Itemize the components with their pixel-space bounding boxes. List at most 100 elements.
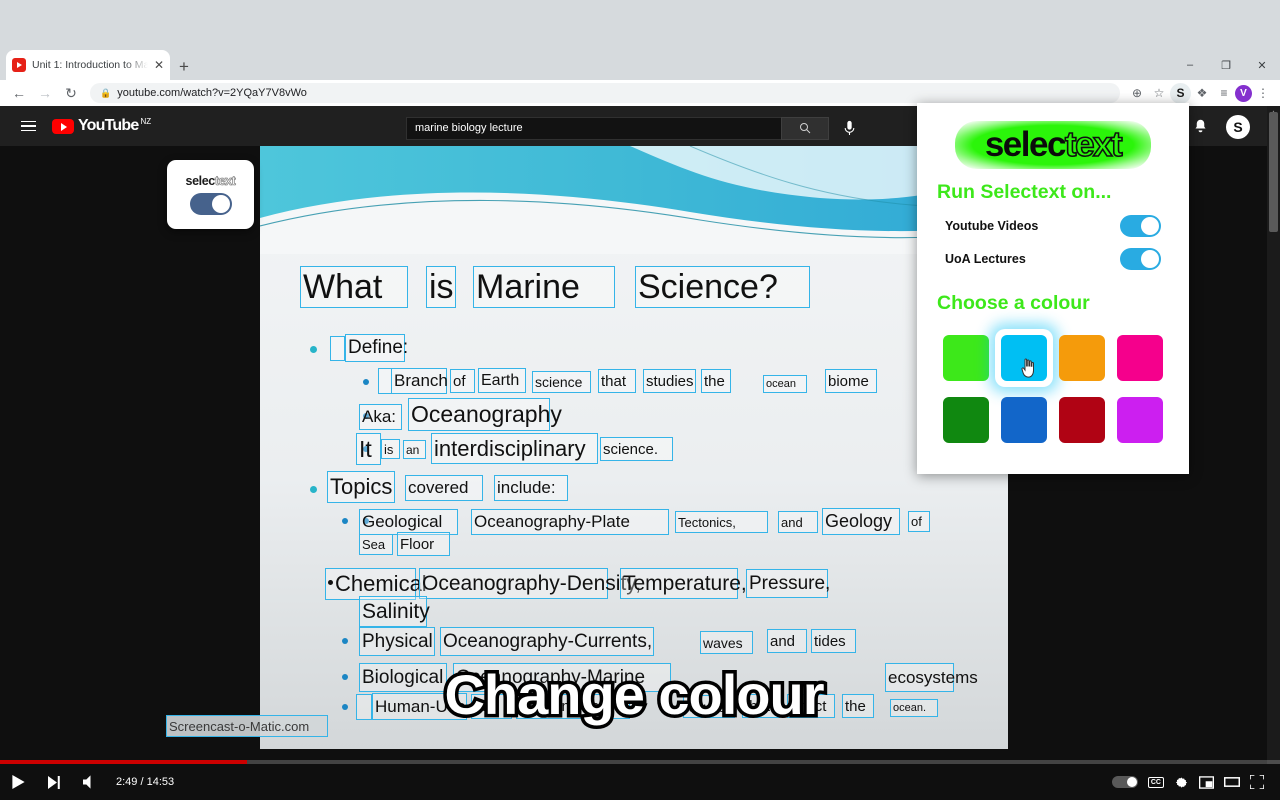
colour-swatch-bright-green[interactable] (943, 335, 989, 381)
colour-swatch-cyan[interactable] (1001, 335, 1047, 381)
colour-swatch-dark-green[interactable] (943, 397, 989, 443)
close-icon[interactable]: ✕ (154, 59, 164, 71)
search-input[interactable] (406, 116, 781, 140)
selectext-floating-widget[interactable]: selectext (167, 160, 254, 229)
logo-part-text: text (214, 174, 236, 189)
bookmark-star-icon[interactable]: ☆ (1148, 82, 1170, 104)
colour-swatch-blue[interactable] (1001, 397, 1047, 443)
slide-word[interactable]: tides (811, 629, 856, 653)
selectext-widget-toggle[interactable] (189, 193, 232, 215)
extensions-puzzle-icon[interactable]: ❖ (1191, 82, 1213, 104)
hamburger-menu-icon[interactable] (8, 120, 48, 132)
captions-icon[interactable]: CC (1147, 776, 1164, 788)
play-button[interactable] (0, 764, 36, 800)
install-app-icon[interactable]: ⊕ (1126, 82, 1148, 104)
screencast-watermark[interactable]: Screencast-o-Matic.com (166, 715, 328, 737)
slide-word[interactable]: is (426, 266, 456, 308)
slide-word[interactable]: Aka: (359, 404, 402, 430)
slide-word[interactable]: Oceanography-Plate (471, 509, 669, 535)
slide-word[interactable]: Physical (359, 627, 435, 656)
colour-swatch-magenta[interactable] (1117, 335, 1163, 381)
volume-button[interactable] (72, 764, 108, 800)
swatch-cell-cyan[interactable] (995, 327, 1053, 389)
slide-word[interactable]: biome (825, 369, 877, 393)
colour-swatch-purple[interactable] (1117, 397, 1163, 443)
slide-word[interactable]: of (450, 369, 475, 393)
slide-word[interactable]: Branch (391, 368, 448, 394)
settings-gear-icon[interactable] (1174, 764, 1189, 800)
slide-word[interactable]: covered (405, 475, 483, 501)
swatch-cell-purple[interactable] (1111, 389, 1169, 451)
slide-word[interactable]: Temperature, (620, 568, 747, 599)
slide-word[interactable]: and (778, 511, 818, 533)
slide-word[interactable]: Define: (345, 334, 408, 362)
slide-word[interactable]: science. (600, 437, 673, 461)
notifications-bell-icon[interactable] (1193, 118, 1208, 137)
slide-word[interactable]: the (701, 369, 731, 393)
slide-word[interactable] (330, 336, 345, 361)
autoplay-toggle[interactable] (1111, 776, 1138, 788)
slide-word[interactable]: and (767, 629, 807, 653)
slide-word[interactable]: Oceanography-Currents, (440, 627, 654, 656)
slide-word[interactable]: is (381, 439, 400, 459)
swatch-cell-orange[interactable] (1053, 327, 1111, 389)
browser-tab[interactable]: Unit 1: Introduction to Marine Sc ✕ (6, 50, 170, 80)
chrome-menu-icon[interactable]: ⋮ (1252, 82, 1274, 104)
slide-word[interactable]: Earth (478, 368, 526, 393)
slide-word[interactable]: Sea (359, 534, 393, 555)
slide-word[interactable]: Oceanography (408, 398, 562, 431)
fullscreen-icon[interactable] (1250, 764, 1264, 800)
forward-icon[interactable]: → (32, 82, 58, 104)
slide-word[interactable]: an (403, 440, 426, 459)
slide-word[interactable]: interdisciplinary (431, 433, 598, 464)
swatch-cell-dark-red[interactable] (1053, 389, 1111, 451)
slide-word[interactable]: It (356, 433, 381, 465)
slide-word[interactable]: Science? (635, 266, 810, 308)
colour-swatch-orange[interactable] (1059, 335, 1105, 381)
swatch-cell-dark-green[interactable] (937, 389, 995, 451)
slide-word[interactable]: Geology (822, 508, 900, 535)
new-tab-button[interactable]: + (172, 54, 196, 78)
close-window-icon[interactable]: ✕ (1244, 50, 1280, 80)
selectext-extension-icon[interactable]: S (1170, 82, 1191, 104)
voice-search-icon[interactable] (836, 115, 862, 141)
slide-word[interactable]: Oceanography-Density, (419, 568, 641, 599)
slide-word[interactable]: Topics (327, 471, 395, 503)
swatch-cell-magenta[interactable] (1111, 327, 1169, 389)
toggle-youtube-videos[interactable] (1120, 215, 1161, 237)
slide-word[interactable]: of (908, 511, 930, 532)
slide-word[interactable]: include: (494, 475, 568, 501)
miniplayer-icon[interactable] (1199, 764, 1214, 800)
search-button[interactable] (781, 116, 829, 140)
slide-word[interactable]: that (598, 369, 636, 393)
scrollbar-thumb[interactable] (1269, 112, 1278, 232)
slide-word[interactable]: Salinity (359, 596, 430, 627)
swatch-cell-blue[interactable] (995, 389, 1053, 451)
slide-word[interactable] (378, 368, 392, 394)
reading-list-icon[interactable]: ≡ (1213, 82, 1235, 104)
next-video-button[interactable] (36, 764, 72, 800)
slide-word[interactable]: Floor (397, 532, 450, 556)
slide-word[interactable]: What (300, 266, 408, 308)
slide-word[interactable]: Pressure, (746, 569, 830, 598)
back-icon[interactable]: ← (6, 82, 32, 104)
account-avatar[interactable]: S (1226, 115, 1250, 139)
youtube-logo[interactable]: YouTube NZ (52, 117, 151, 135)
swatch-cell-bright-green[interactable] (937, 327, 995, 389)
slide-word[interactable]: ocean (763, 375, 807, 393)
colour-swatch-dark-red[interactable] (1059, 397, 1105, 443)
minimize-icon[interactable]: – (1172, 50, 1208, 80)
profile-avatar[interactable]: V (1235, 84, 1252, 102)
slide-word[interactable]: Marine (473, 266, 615, 308)
toggle-uoa-lectures[interactable] (1120, 248, 1161, 270)
maximize-icon[interactable]: ❐ (1208, 50, 1244, 80)
slide-word[interactable]: Tectonics, (675, 511, 768, 533)
theater-mode-icon[interactable] (1224, 764, 1240, 800)
slide-word[interactable]: science (532, 371, 591, 393)
slide-word[interactable]: studies (643, 369, 696, 393)
address-bar[interactable]: 🔒 youtube.com/watch?v=2YQaY7V8vWo (90, 83, 1120, 103)
reload-icon[interactable]: ↻ (58, 82, 84, 104)
slide-word[interactable]: waves (700, 631, 753, 654)
video-player[interactable]: What is Marine Science? Define: Branch o… (260, 146, 1008, 749)
page-scrollbar[interactable]: ▲ (1267, 106, 1280, 800)
